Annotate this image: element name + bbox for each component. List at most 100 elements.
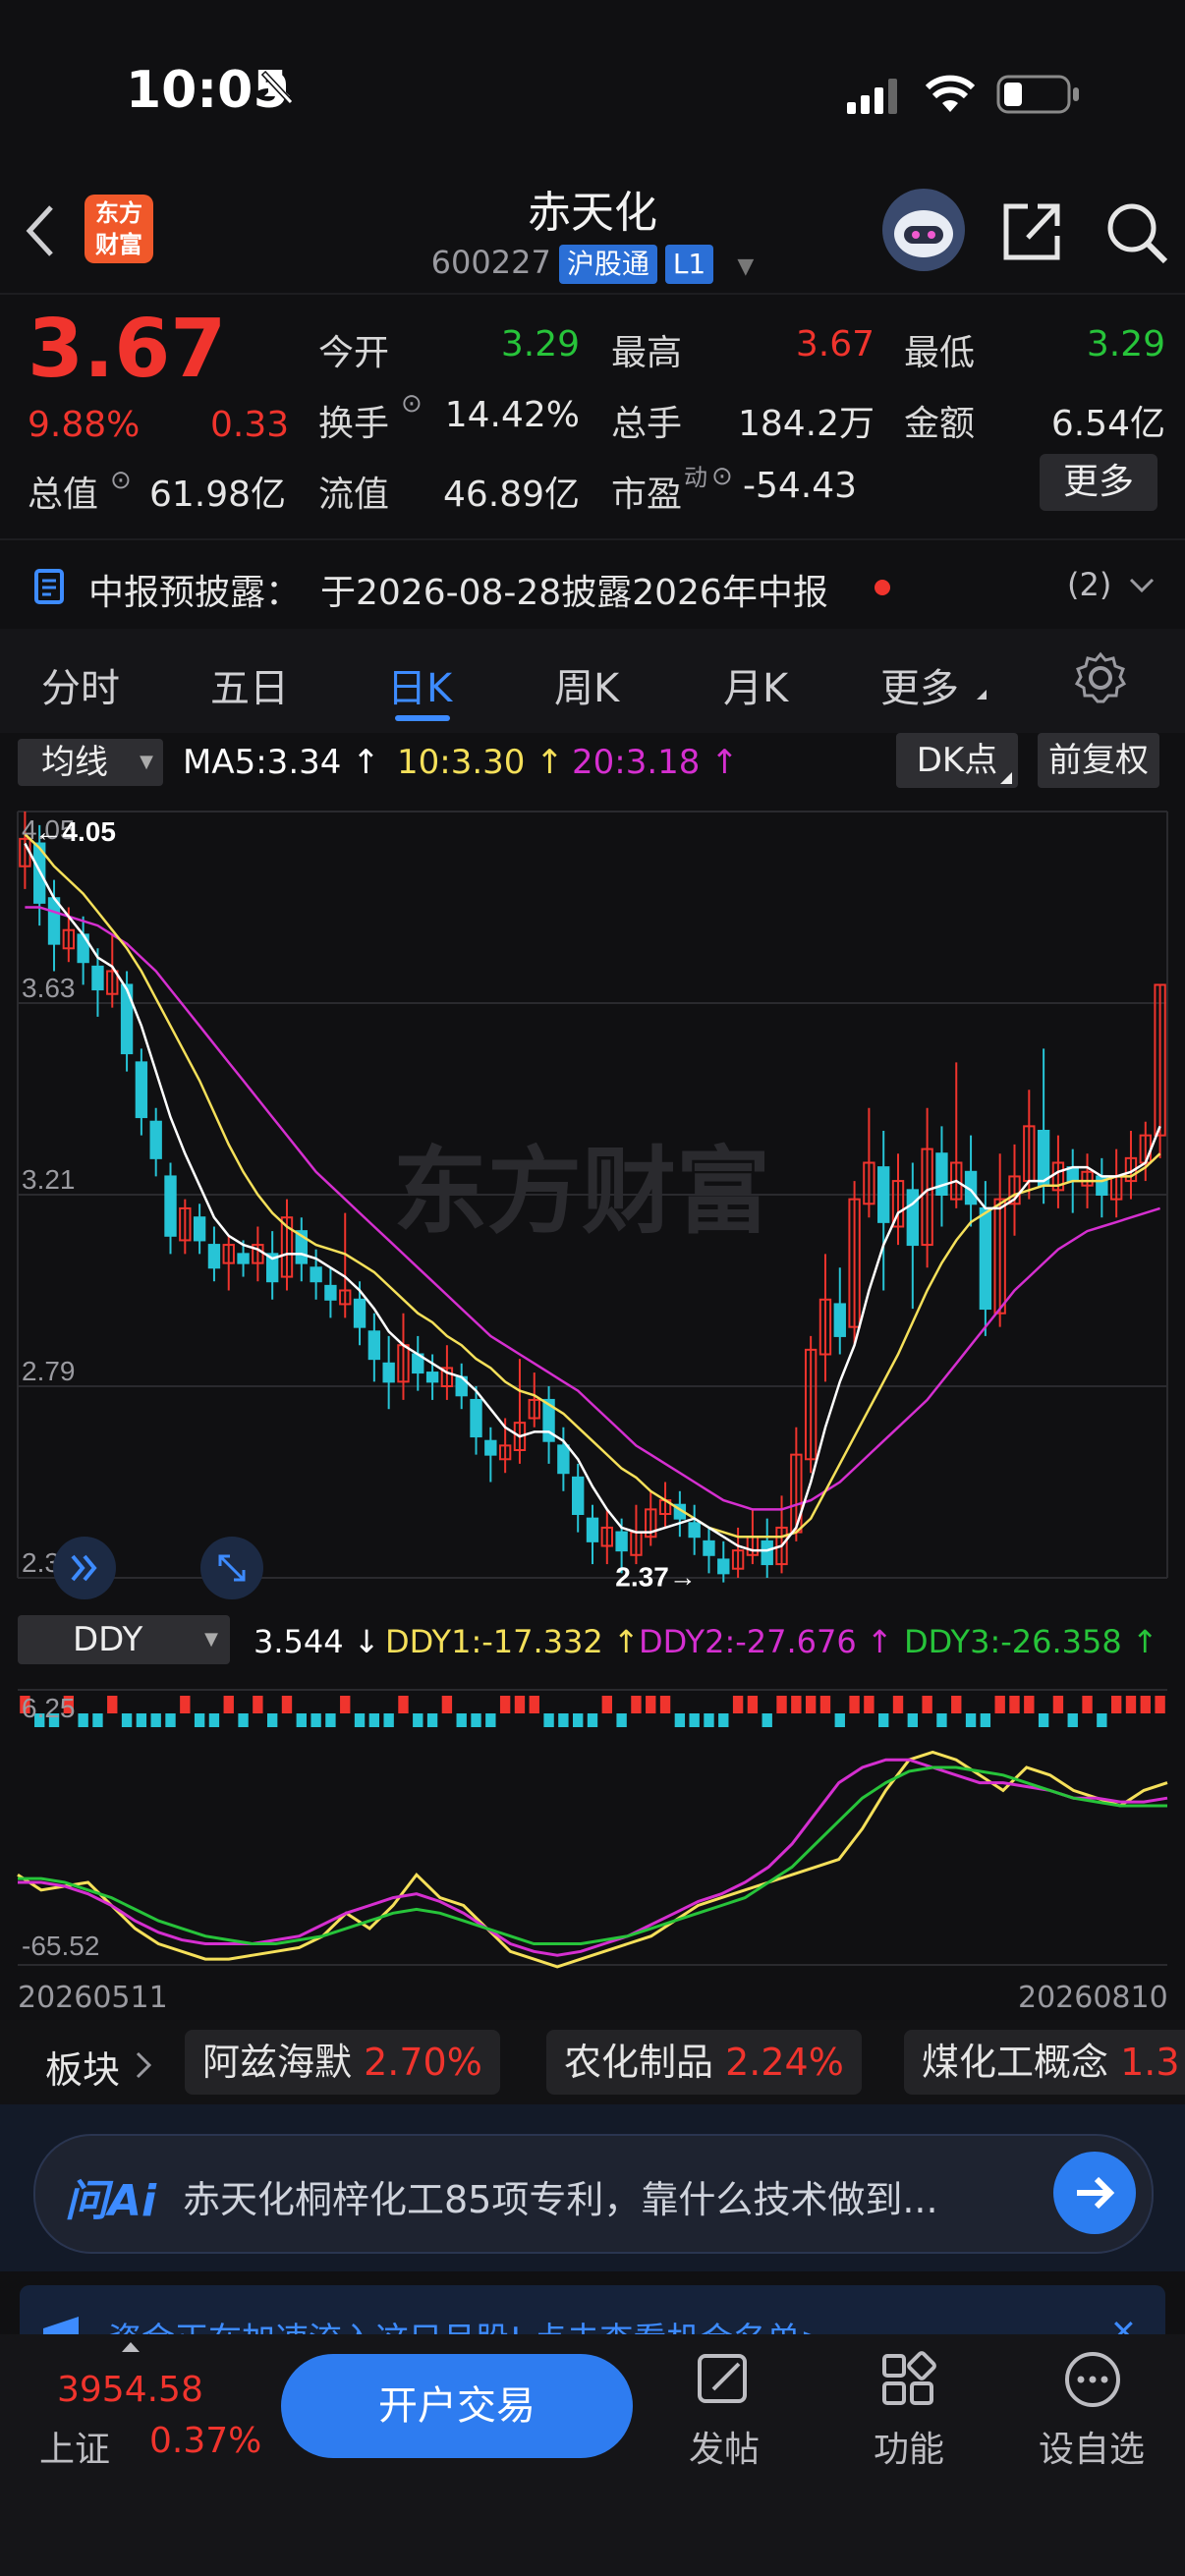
sector-label[interactable]: 板块 <box>45 2040 120 2094</box>
ddy-bar <box>878 1713 889 1727</box>
close-icon[interactable]: ✕ <box>1110 2313 1137 2334</box>
ddy-bar <box>1082 1696 1093 1713</box>
tab-weekly-k[interactable]: 周K <box>554 656 619 713</box>
candle-body <box>207 1244 221 1269</box>
more-quote-button[interactable]: 更多 <box>1040 454 1157 511</box>
ma20-value: 20:3.18 ↑ <box>572 743 739 782</box>
ddy-bar <box>631 1696 642 1713</box>
kline-chart[interactable]: 东方财富 4.053.633.212.792.37←4.052.37→ <box>0 792 1185 1617</box>
info-icon[interactable]: ⊙ <box>110 466 132 495</box>
candle-body <box>688 1522 701 1539</box>
tab-monthly-k[interactable]: 月K <box>723 656 788 713</box>
ai-send-button[interactable] <box>1053 2152 1136 2234</box>
ddy-bar <box>762 1713 772 1727</box>
ddy-bar <box>456 1713 467 1727</box>
volume-value: 184.2万 <box>737 404 875 444</box>
ddy-chart[interactable]: 6.25 -65.52 <box>0 1670 1185 1977</box>
candle-body <box>833 1303 846 1337</box>
notice-bar[interactable]: 中报预披露： 于2026-08-28披露2026年中报 (2) <box>0 538 1185 633</box>
document-icon <box>34 569 64 604</box>
share-icon[interactable] <box>1000 198 1065 263</box>
open-account-trade-button[interactable]: 开户交易 <box>281 2354 633 2458</box>
ddy-bar <box>310 1713 321 1727</box>
sector-chip[interactable]: 阿兹海默 2.70% <box>185 2030 500 2095</box>
settings-gear-icon[interactable] <box>1073 650 1128 705</box>
megaphone-icon <box>43 2317 79 2334</box>
candle-body <box>470 1398 482 1438</box>
promo-banner[interactable]: 资金正在加速流入这只月股! 点击查看机会名单> ✕ <box>0 2271 1185 2334</box>
more-circle-icon[interactable] <box>1063 2350 1122 2409</box>
post-label[interactable]: 发帖 <box>650 2421 798 2472</box>
y-tick-label: 3.63 <box>22 973 76 1003</box>
ddy-bar <box>951 1696 962 1713</box>
info-icon[interactable]: ⊙ <box>711 462 733 491</box>
sector-chip[interactable]: 煤化工概念 1.3 <box>904 2030 1185 2095</box>
tab-intraday[interactable]: 分时 <box>41 656 120 713</box>
ddy-bar <box>543 1713 554 1727</box>
grid-functions-icon[interactable] <box>878 2350 937 2409</box>
change-amount: 0.33 <box>210 405 290 445</box>
collapse-arrow-icon[interactable] <box>122 2342 140 2352</box>
tab-daily-k[interactable]: 日K <box>387 656 452 713</box>
dk-point-button[interactable]: DK点 <box>896 733 1018 788</box>
ddy-bar <box>907 1713 919 1727</box>
min-price-label: 2.37→ <box>615 1562 697 1593</box>
ddy3-value: DDY3:-26.358 ↑ <box>904 1623 1158 1660</box>
chevron-right-icon <box>136 2051 152 2079</box>
ddy-bar <box>194 1713 205 1727</box>
candle-body <box>353 1298 367 1328</box>
watermark: 东方财富 <box>393 1140 770 1245</box>
index-value[interactable]: 3954.58 <box>57 2370 203 2410</box>
notice-label: 中报预披露： <box>88 573 302 613</box>
search-icon[interactable] <box>1104 200 1169 265</box>
ddy-bar <box>529 1696 539 1713</box>
candle-body <box>717 1558 730 1575</box>
promo-text: 资金正在加速流入这只月股! 点击查看机会名单> <box>108 2313 828 2334</box>
watchlist-label[interactable]: 设自选 <box>1018 2421 1165 2472</box>
ma-select[interactable]: 均线 ▼ <box>18 739 163 786</box>
signal-icon <box>847 79 897 114</box>
active-tab-indicator <box>395 715 450 721</box>
fullscreen-button[interactable] <box>200 1537 263 1599</box>
candle-body <box>367 1330 381 1361</box>
candle-body <box>586 1517 599 1542</box>
stock-code: 600227 <box>430 244 551 281</box>
tab-five-day[interactable]: 五日 <box>210 656 289 713</box>
ddy-bar <box>587 1713 598 1727</box>
tab-more[interactable]: 更多 <box>880 656 959 713</box>
candle-body <box>47 897 61 945</box>
date-start: 20260511 <box>18 1981 168 2015</box>
pe-value: -54.43 <box>743 466 858 506</box>
notice-count: (2) <box>1067 566 1112 603</box>
ddy-bar <box>499 1696 511 1713</box>
ddy-bar <box>805 1696 817 1713</box>
ddy-bar <box>514 1696 526 1713</box>
functions-label[interactable]: 功能 <box>835 2421 983 2472</box>
candle-body <box>135 1061 148 1119</box>
ddy-bar <box>732 1696 744 1713</box>
ddy3-line <box>18 1765 1167 1945</box>
ddy-bar <box>413 1713 423 1727</box>
candle-body <box>906 1189 920 1247</box>
corner-icon <box>1000 772 1012 784</box>
robot-avatar-button[interactable] <box>882 189 965 271</box>
info-icon[interactable]: ⊙ <box>401 389 423 419</box>
divider <box>0 293 1185 295</box>
candle-body <box>324 1284 337 1301</box>
battery-icon <box>996 75 1079 114</box>
dropdown-icon: ▼ <box>737 254 755 279</box>
high-label: 最高 <box>611 333 683 373</box>
ddy-bar <box>965 1713 977 1727</box>
indicator-select[interactable]: DDY ▼ <box>18 1615 230 1664</box>
expand-right-button[interactable] <box>53 1537 116 1599</box>
ddy-bar <box>646 1696 656 1713</box>
notice-text: 于2026-08-28披露2026年中报 <box>320 573 828 613</box>
sector-chip[interactable]: 农化制品 2.24% <box>546 2030 862 2095</box>
adjust-button[interactable]: 前复权 <box>1038 733 1159 788</box>
total-value-label: 总值 <box>28 475 99 515</box>
ai-question-bar[interactable]: 问Ai 赤天化桐梓化工85项专利，靠什么技术做到... <box>33 2134 1154 2254</box>
edit-post-icon[interactable] <box>694 2350 753 2409</box>
wifi-icon <box>926 75 975 112</box>
ddy-bar <box>136 1713 147 1727</box>
open-label: 今开 <box>318 333 390 373</box>
